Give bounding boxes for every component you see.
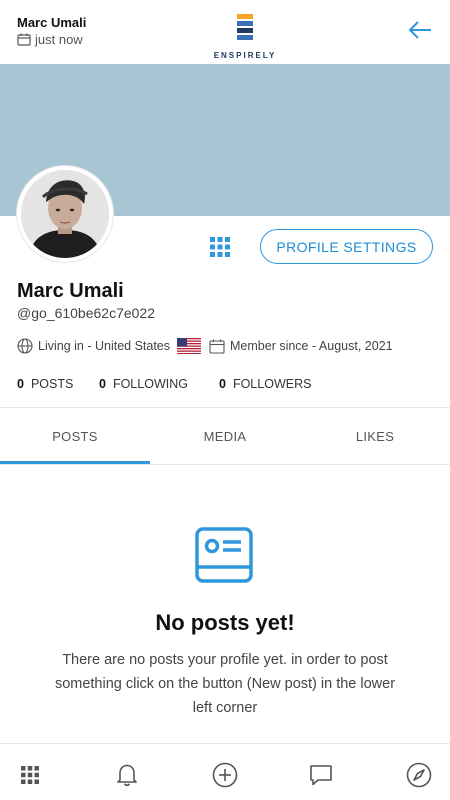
bottom-nav [0, 743, 450, 800]
top-header: Marc Umali just now ENSPIRELY [0, 0, 450, 64]
empty-state-title: No posts yet! [155, 610, 295, 635]
bell-icon [117, 764, 137, 787]
following-stat[interactable]: 0 FOLLOWING [99, 377, 219, 391]
chat-icon [310, 765, 332, 786]
profile-settings-button[interactable]: PROFILE SETTINGS [260, 229, 433, 264]
followers-count: 0 [219, 377, 226, 391]
profile-meta: Living in - United States Member since -… [17, 337, 393, 355]
following-count: 0 [99, 377, 106, 391]
profile-photo [21, 170, 109, 258]
tab-posts[interactable]: POSTS [0, 408, 150, 464]
post-card-icon [195, 527, 253, 583]
plus-circle-icon [212, 762, 238, 788]
compass-icon [406, 762, 432, 788]
profile-tabs: POSTS MEDIA LIKES [0, 408, 450, 464]
grid-icon [210, 237, 230, 257]
following-label: FOLLOWING [112, 377, 188, 391]
grid-icon [21, 766, 39, 784]
profile-handle: @go_610be62c7e022 [17, 305, 156, 321]
header-user-name[interactable]: Marc Umali [17, 15, 86, 30]
calendar-icon [17, 33, 31, 46]
app-logo[interactable]: ENSPIRELY [205, 14, 285, 62]
nav-messages-button[interactable] [307, 761, 335, 789]
globe-icon [17, 338, 33, 354]
profile-name: Marc Umali [17, 280, 124, 302]
member-since-text: Member since - August, 2021 [230, 339, 393, 353]
us-flag-icon [177, 338, 202, 354]
posts-count: 0 [17, 377, 24, 391]
nav-new-post-button[interactable] [211, 761, 239, 789]
nav-notifications-button[interactable] [113, 761, 141, 789]
profile-stats: 0 POSTS 0 FOLLOWING 0 FOLLOWERS [17, 377, 311, 391]
followers-stat[interactable]: 0 FOLLOWERS [219, 377, 311, 391]
posts-label: POSTS [30, 377, 74, 391]
back-button[interactable] [405, 16, 435, 44]
logo-text: ENSPIRELY [213, 51, 277, 60]
calendar-icon [209, 339, 225, 354]
empty-state-text: There are no posts your profile yet. in … [54, 652, 396, 716]
divider [0, 464, 450, 465]
nav-grid-button[interactable] [16, 761, 44, 789]
followers-label: FOLLOWERS [232, 377, 312, 391]
nav-explore-button[interactable] [405, 761, 433, 789]
profile-grid-button[interactable] [208, 235, 232, 259]
logo-mark-icon [237, 14, 253, 40]
location-text: Living in - United States [38, 339, 171, 353]
avatar[interactable] [17, 166, 113, 262]
posts-stat[interactable]: 0 POSTS [17, 377, 99, 391]
arrow-left-icon [408, 21, 431, 39]
tab-likes[interactable]: LIKES [300, 408, 450, 464]
timestamp-text: just now [35, 32, 83, 47]
header-timestamp: just now [17, 32, 83, 47]
tab-media[interactable]: MEDIA [150, 408, 300, 464]
